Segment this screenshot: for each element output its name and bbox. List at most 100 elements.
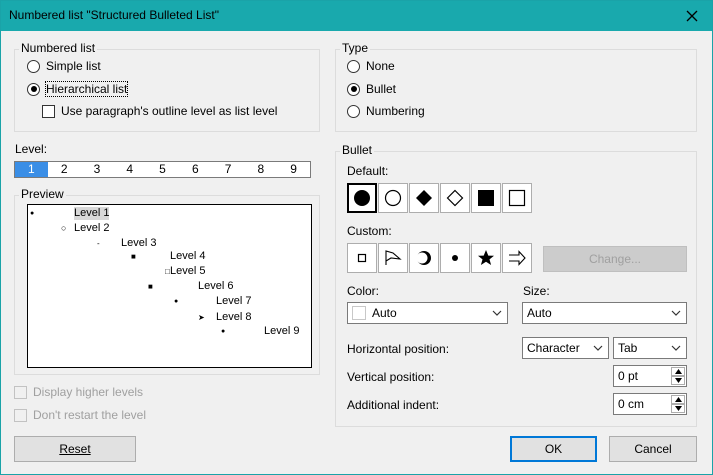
crescent-bullet-button[interactable] <box>409 243 439 273</box>
horizontal-position-select[interactable]: Character <box>522 337 609 359</box>
checkbox-box <box>14 408 27 422</box>
level-tab-6[interactable]: 6 <box>179 162 212 177</box>
preview-level-4: Level 4 <box>170 250 206 262</box>
preview-level-8: Level 8 <box>216 311 252 323</box>
type-numbering-label: Numbering <box>366 104 425 118</box>
spin-down-button[interactable] <box>671 404 685 413</box>
checkbox-box <box>42 104 55 118</box>
preview-level-7: Level 7 <box>216 295 252 307</box>
additional-indent-spinner[interactable]: 0 cm <box>613 393 687 415</box>
hierarchical-list-radio[interactable]: Hierarchical list <box>27 81 129 97</box>
simple-list-radio[interactable]: Simple list <box>27 58 101 74</box>
radio-circle <box>27 59 40 73</box>
tab-value: Tab <box>618 341 638 355</box>
level-tab-7[interactable]: 7 <box>212 162 245 177</box>
radio-circle <box>347 59 360 73</box>
type-numbering-radio[interactable]: Numbering <box>347 103 425 119</box>
radio-circle-selected <box>347 82 360 96</box>
preview-label: Preview <box>19 187 66 201</box>
tab-select[interactable]: Tab <box>613 337 687 359</box>
filled-square-bullet-button[interactable] <box>471 183 501 213</box>
preview-level-5: Level 5 <box>170 265 206 277</box>
spin-up-button[interactable] <box>671 395 685 404</box>
level-tab-5[interactable]: 5 <box>146 162 179 177</box>
chevron-down-icon <box>492 310 502 316</box>
type-bullet-radio[interactable]: Bullet <box>347 81 396 97</box>
preview-bullet-1: ● <box>30 210 35 217</box>
preview-box: ● Level 1 ○ Level 2- Level 3 ■ Level 4 □ Level 5… <box>27 204 312 368</box>
size-select[interactable]: Auto <box>522 302 687 324</box>
small-dot-bullet-button[interactable] <box>440 243 470 273</box>
close-button[interactable] <box>672 1 712 31</box>
vertical-position-spinner[interactable]: 0 pt <box>613 365 687 387</box>
horizontal-position-value: Character <box>527 341 580 355</box>
color-label: Color: <box>347 284 380 298</box>
filled-circle-icon <box>354 190 370 206</box>
filled-diamond-icon <box>416 190 432 206</box>
preview-level-3: Level 3 <box>121 237 157 249</box>
level-tab-2[interactable]: 2 <box>48 162 81 177</box>
filled-diamond-bullet-button[interactable] <box>409 183 439 213</box>
hollow-diamond-bullet-button[interactable] <box>440 183 470 213</box>
bullet-label: Bullet <box>340 143 375 157</box>
color-select[interactable]: Auto <box>347 302 508 324</box>
level-tab-1[interactable]: 1 <box>15 162 48 177</box>
spin-up-button[interactable] <box>671 367 685 376</box>
preview-level-6: Level 6 <box>198 280 234 292</box>
type-bullet-label: Bullet <box>366 82 397 96</box>
close-icon <box>686 10 698 22</box>
dialog-window: Numbered list "Structured Bulleted List"… <box>0 0 713 475</box>
display-higher-levels-label: Display higher levels <box>33 385 144 399</box>
size-value: Auto <box>527 306 552 320</box>
flag-bullet-button[interactable] <box>378 243 408 273</box>
default-label: Default: <box>347 164 389 178</box>
arrow-up-icon <box>674 397 682 402</box>
level-tab-3[interactable]: 3 <box>81 162 114 177</box>
additional-indent-value: 0 cm <box>618 397 645 411</box>
arrow-down-icon <box>674 406 682 411</box>
dont-restart-level-label: Don't restart the level <box>33 408 147 422</box>
cancel-button[interactable]: Cancel <box>609 436 697 462</box>
display-higher-levels-checkbox[interactable]: Display higher levels <box>14 384 143 400</box>
cancel-button-label: Cancel <box>634 442 672 456</box>
hollow-square-bullet-button[interactable] <box>502 183 532 213</box>
custom-label: Custom: <box>347 224 392 238</box>
dont-restart-level-checkbox[interactable]: Don't restart the level <box>14 407 146 423</box>
arrow-icon <box>509 250 526 266</box>
star-bullet-button[interactable] <box>471 243 501 273</box>
hollow-circle-bullet-button[interactable] <box>378 183 408 213</box>
checkbox-box <box>14 385 27 399</box>
chevron-down-icon <box>593 345 603 351</box>
preview-bullet-4: ■ <box>131 252 136 261</box>
small-square-bullet-button[interactable] <box>347 243 377 273</box>
reset-button[interactable]: Reset <box>14 436 136 462</box>
size-label: Size: <box>523 284 550 298</box>
change-button[interactable]: Change... <box>543 246 687 272</box>
filled-square-icon <box>478 190 494 206</box>
arrow-up-icon <box>674 369 682 374</box>
level-tab-4[interactable]: 4 <box>113 162 146 177</box>
hollow-diamond-icon <box>446 189 464 207</box>
filled-circle-bullet-button[interactable] <box>347 183 377 213</box>
arrow-down-icon <box>674 378 682 383</box>
outline-level-checkbox[interactable]: Use paragraph's outline level as list le… <box>42 103 277 119</box>
outline-level-label: Use paragraph's outline level as list le… <box>61 104 278 118</box>
type-none-radio[interactable]: None <box>347 58 395 74</box>
crescent-icon <box>416 251 431 265</box>
arrow-bullet-button[interactable] <box>502 243 532 273</box>
level-tab-9[interactable]: 9 <box>277 162 310 177</box>
radio-circle-selected <box>27 82 40 96</box>
horizontal-position-label: Horizontal position: <box>347 342 450 356</box>
ok-button[interactable]: OK <box>510 436 597 462</box>
preview-bullet-8: ➤ <box>198 313 205 322</box>
level-selector: 123456789 <box>14 161 311 178</box>
vertical-position-value: 0 pt <box>618 369 639 383</box>
color-swatch <box>352 306 366 320</box>
hollow-circle-icon <box>384 189 402 207</box>
level-tab-8[interactable]: 8 <box>244 162 277 177</box>
type-none-label: None <box>366 59 395 73</box>
spin-down-button[interactable] <box>671 376 685 385</box>
star-icon <box>478 250 494 265</box>
flag-icon <box>385 250 402 265</box>
hierarchical-list-label: Hierarchical list <box>44 81 129 97</box>
